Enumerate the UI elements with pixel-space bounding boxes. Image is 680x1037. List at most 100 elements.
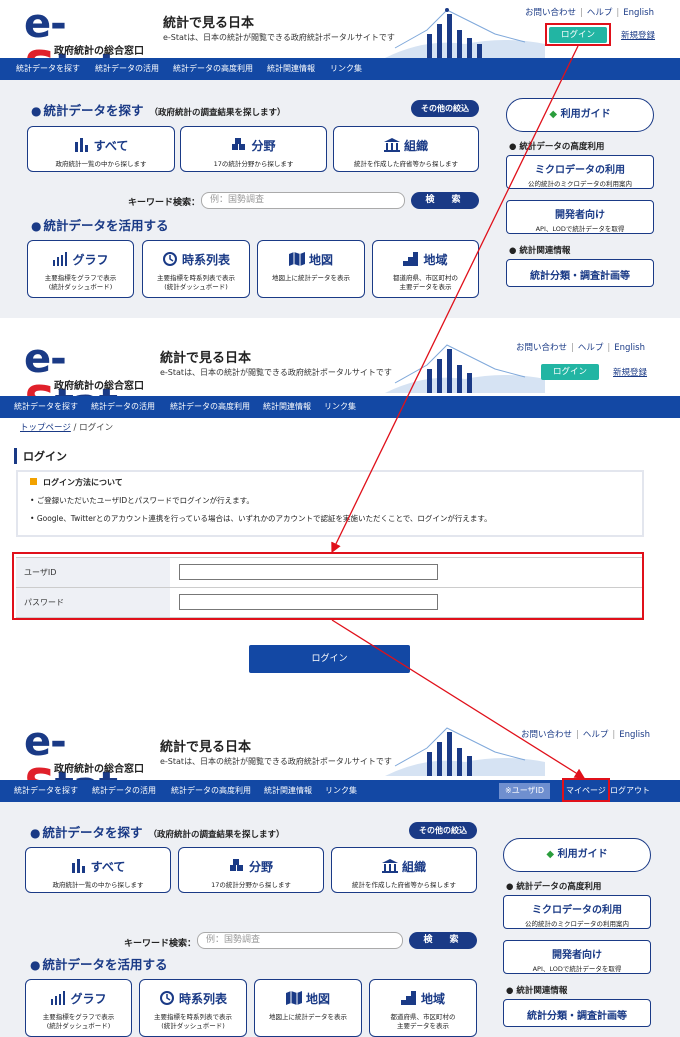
link-contact[interactable]: お問い合わせ — [525, 8, 576, 18]
other-filter-button[interactable]: その他の絞込 — [411, 100, 479, 117]
estat-logo[interactable]: e-Stat 政府統計の総合窓口 — [24, 337, 149, 426]
bar-chart-icon — [71, 859, 85, 873]
login-info-box: ログイン方法について • ご登録いただいたユーザIDとパスワードでログインが行え… — [16, 470, 644, 537]
use-section-title: ● 統計データを活用する — [31, 218, 169, 233]
search-button[interactable]: 検 索 — [409, 932, 477, 949]
card-map[interactable]: 地図 地図上に統計データを表示 — [257, 240, 365, 298]
map-icon — [288, 252, 305, 266]
estat-logo[interactable]: e-Stat 政府統計の総合窓口 — [24, 720, 149, 809]
nav-find-data[interactable]: 統計データを探す — [16, 58, 80, 80]
link-english[interactable]: English — [623, 8, 654, 18]
global-nav: 統計データを探す 統計データの活用 統計データの高度利用 統計関連情報 リンク集 — [0, 58, 680, 80]
register-link[interactable]: 新規登録 — [621, 29, 655, 41]
highlight-mypage — [562, 778, 610, 802]
site-title: 統計で見る日本 — [160, 351, 252, 366]
keyword-input[interactable]: 例：国勢調査 — [201, 192, 405, 209]
breadcrumb: トップページ / ログイン — [20, 423, 114, 433]
estat-logo[interactable]: e-Stat 政府統計の総合窓口 — [24, 1, 149, 91]
card-search-field[interactable]: 分野 17の統計分野から探します — [178, 847, 324, 893]
site-title: 統計で見る日本 — [160, 740, 252, 755]
panel-logged-in-page: e-Stat 政府統計の総合窓口 統計で見る日本 e-Statは、日本の統計が閲… — [0, 718, 680, 1037]
login-heading: ログイン — [14, 448, 67, 464]
site-title: 統計で見る日本 — [163, 16, 255, 31]
info-line-1: • ご登録いただいたユーザIDとパスワードでログインが行えます。 — [30, 496, 254, 505]
developer-button[interactable]: 開発者向け API、LODで統計データを取得 — [506, 200, 654, 234]
panel-top-page: e-Stat 政府統計の総合窓口 統計で見る日本 e-Statは、日本の統計が閲… — [0, 0, 680, 318]
classification-button[interactable]: 統計分類・調査計画等 — [506, 259, 654, 287]
card-region[interactable]: 地域 都道府県、市区町村の 主要データを表示 — [369, 979, 477, 1037]
breadcrumb-current: ログイン — [79, 423, 114, 433]
clock-icon — [159, 991, 174, 1005]
site-description: e-Statは、日本の統計が閲覧できる政府統計ポータルサイトです — [160, 368, 392, 377]
guide-button[interactable]: ◆ 利用ガイド — [506, 98, 654, 132]
nav-related-info[interactable]: 統計関連情報 — [267, 58, 315, 80]
header-links: お問い合わせ | ヘルプ | English — [525, 8, 654, 18]
register-link[interactable]: 新規登録 — [613, 366, 647, 378]
card-map[interactable]: 地図 地図上に統計データを表示 — [254, 979, 362, 1037]
region-icon — [403, 252, 419, 266]
search-button[interactable]: 検 索 — [411, 192, 479, 209]
clock-icon — [162, 252, 177, 266]
search-section-subtitle: （政府統計の調査結果を探します） — [149, 108, 286, 118]
card-search-organization[interactable]: 組織 統計を作成した府省等から探します — [331, 847, 477, 893]
building-icon — [381, 859, 398, 873]
login-submit-button[interactable]: ログイン — [249, 645, 410, 673]
logo-e: e- — [24, 1, 67, 47]
microdata-button[interactable]: ミクロデータの利用 公的統計のミクロデータの利用案内 — [506, 155, 654, 189]
keyword-input[interactable]: 例：国勢調査 — [197, 932, 403, 949]
main-content: ● 統計データを探す （政府統計の調査結果を探します） その他の絞込 すべて 政府統… — [0, 802, 680, 1037]
developer-button[interactable]: 開発者向け API、LODで統計データを取得 — [503, 940, 651, 974]
sidebar-related-heading: ● 統計関連情報 — [506, 986, 568, 996]
bar-chart-icon — [74, 138, 88, 152]
card-region[interactable]: 地域 都道府県、市区町村の 主要データを表示 — [372, 240, 479, 298]
nav-advanced-use[interactable]: 統計データの高度利用 — [173, 58, 253, 80]
highlight-login-button — [545, 23, 611, 46]
microdata-button[interactable]: ミクロデータの利用 公的統計のミクロデータの利用案内 — [503, 895, 651, 929]
region-icon — [400, 991, 416, 1005]
highlight-login-form — [12, 552, 644, 620]
header-graph-illustration — [385, 727, 545, 776]
login-button[interactable]: ログイン — [541, 364, 599, 380]
search-section-title: ● 統計データを探す （政府統計の調査結果を探します） — [30, 825, 285, 840]
nav-links[interactable]: リンク集 — [330, 58, 362, 80]
header-graph-illustration — [385, 8, 545, 58]
card-graph[interactable]: グラフ 主要指標をグラフで表示 (統計ダッシュボード) — [25, 979, 132, 1037]
beginner-mark-icon: ◆ — [546, 849, 555, 860]
header-links: お問い合わせ | ヘルプ | English — [521, 730, 650, 740]
info-title: ログイン方法について — [30, 477, 123, 488]
site-description: e-Statは、日本の統計が閲覧できる政府統計ポータルサイトです — [160, 757, 392, 766]
nav-use-data[interactable]: 統計データの活用 — [95, 58, 159, 80]
tutorial-screenshot: e-Stat 政府統計の総合窓口 統計で見る日本 e-Statは、日本の統計が閲… — [0, 0, 680, 1037]
keyword-label: キーワード検索： — [124, 939, 197, 949]
sidebar-advanced-heading: ● 統計データの高度利用 — [506, 882, 602, 892]
card-graph[interactable]: グラフ 主要指標をグラフで表示 (統計ダッシュボード) — [27, 240, 134, 298]
panel-login-page: e-Stat 政府統計の総合窓口 統計で見る日本 e-Statは、日本の統計が閲… — [0, 335, 680, 705]
graph-icon — [53, 252, 68, 266]
card-timeseries[interactable]: 時系列表 主要指標を時系列表で表示 (統計ダッシュボード) — [139, 979, 247, 1037]
building-icon — [383, 138, 400, 152]
card-search-all[interactable]: すべて 政府統計一覧の中から探します — [25, 847, 171, 893]
card-search-organization[interactable]: 組織 統計を作成した府省等から探します — [333, 126, 479, 172]
site-description: e-Statは、日本の統計が閲覧できる政府統計ポータルサイトです — [163, 33, 395, 42]
info-square-icon — [30, 478, 37, 485]
search-section-title: ● 統計データを探す （政府統計の調査結果を探します） — [31, 103, 286, 118]
keyword-label: キーワード検索： — [128, 198, 201, 208]
sidebar-advanced-heading: ● 統計データの高度利用 — [509, 142, 605, 152]
other-filter-button[interactable]: その他の絞込 — [409, 822, 477, 839]
breadcrumb-top-link[interactable]: トップページ — [20, 423, 71, 433]
graph-icon — [51, 991, 66, 1005]
classification-button[interactable]: 統計分類・調査計画等 — [503, 999, 651, 1027]
card-search-field[interactable]: 分野 17の統計分野から探します — [180, 126, 327, 172]
guide-button[interactable]: ◆ 利用ガイド — [503, 838, 651, 872]
info-line-2: • Google、Twitterとのアカウント連携を行っている場合は、いずれかの… — [30, 514, 492, 523]
logo-subtitle: 政府統計の総合窓口 — [54, 46, 144, 57]
card-search-all[interactable]: すべて 政府統計一覧の中から探します — [27, 126, 175, 172]
map-icon — [285, 991, 302, 1005]
card-timeseries[interactable]: 時系列表 主要指標を時系列表で表示 (統計ダッシュボード) — [142, 240, 250, 298]
use-section-title: ● 統計データを活用する — [30, 957, 168, 972]
link-help[interactable]: ヘルプ — [587, 8, 613, 18]
cubes-icon — [232, 138, 246, 150]
global-nav: 統計データを探す 統計データの活用 統計データの高度利用 統計関連情報 リンク集 — [0, 396, 680, 418]
logout-link[interactable]: ログアウト — [610, 780, 650, 802]
site-header: e-Stat 政府統計の総合窓口 統計で見る日本 e-Statは、日本の統計が閲… — [0, 718, 680, 809]
